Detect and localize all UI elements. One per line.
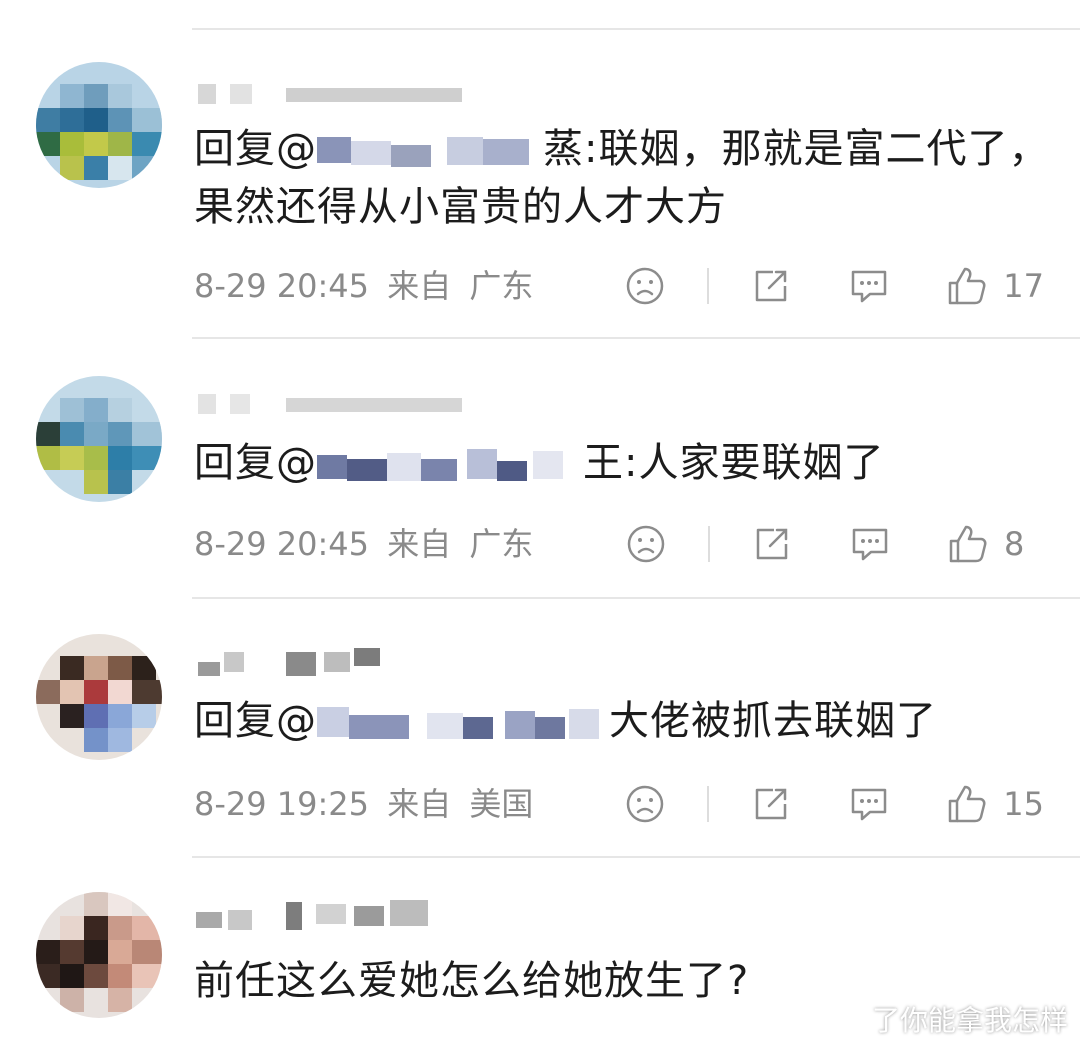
masked-mention[interactable]	[317, 445, 583, 485]
from-label: 来自	[387, 525, 452, 563]
thumbs-up-icon[interactable]	[945, 782, 989, 826]
location: 广东	[469, 525, 534, 563]
sad-face-icon[interactable]	[623, 264, 667, 308]
timestamp: 8-29 20:45	[194, 267, 370, 305]
timestamp: 8-29 20:45	[194, 525, 370, 563]
comment-text: 回复@ 蒸:联姻，那就是富二代了，果然还得从小富贵的人才大方	[194, 120, 1054, 236]
avatar[interactable]	[36, 892, 162, 1018]
like-count: 15	[1003, 785, 1044, 823]
comment-bubble-icon[interactable]	[847, 782, 891, 826]
top-divider	[192, 28, 1080, 30]
mention-tail: 蒸:	[543, 126, 599, 172]
reply-prefix: 回复@	[194, 440, 317, 486]
comment-bubble-icon[interactable]	[847, 264, 891, 308]
comment-meta: 8-29 20:45 来自 广东	[194, 266, 533, 306]
comment-divider	[192, 856, 1080, 858]
mention-tail: 王:	[583, 440, 639, 486]
masked-mention[interactable]	[317, 703, 609, 743]
username-masked[interactable]	[194, 900, 474, 930]
like-count: 17	[1003, 267, 1044, 305]
reply-prefix: 回复@	[194, 698, 317, 744]
username-masked[interactable]	[194, 394, 474, 418]
comment-body: 大佬被抓去联姻了	[609, 698, 937, 744]
comment-meta: 8-29 19:25 来自 美国	[194, 784, 533, 824]
username-masked[interactable]	[194, 84, 474, 108]
divider	[707, 786, 710, 822]
share-icon[interactable]	[750, 522, 794, 566]
username-masked[interactable]	[194, 648, 474, 676]
divider	[708, 526, 710, 562]
divider	[707, 268, 710, 304]
avatar[interactable]	[36, 634, 162, 760]
comment-text: 回复@ 王:人家要联姻了	[194, 434, 1054, 492]
comment-actions: 8	[624, 522, 1044, 566]
comment-body: 前任这么爱她怎么给她放生了?	[194, 958, 750, 1004]
thumbs-up-icon[interactable]	[945, 264, 989, 308]
reply-prefix: 回复@	[194, 126, 317, 172]
from-label: 来自	[387, 785, 452, 823]
comment-actions: 15	[623, 782, 1044, 826]
thumbs-up-icon[interactable]	[946, 522, 990, 566]
share-icon[interactable]	[749, 264, 793, 308]
comment-body: 人家要联姻了	[638, 440, 885, 486]
watermark: 了你能拿我怎样	[871, 1004, 1068, 1037]
comment-actions: 17	[623, 264, 1044, 308]
share-icon[interactable]	[749, 782, 793, 826]
location: 美国	[469, 785, 534, 823]
avatar[interactable]	[36, 376, 162, 502]
comment-bubble-icon[interactable]	[848, 522, 892, 566]
like-count: 8	[1004, 525, 1025, 563]
location: 广东	[469, 267, 534, 305]
sad-face-icon[interactable]	[623, 782, 667, 826]
comment-meta: 8-29 20:45 来自 广东	[194, 524, 533, 564]
timestamp: 8-29 19:25	[194, 785, 370, 823]
from-label: 来自	[387, 267, 452, 305]
masked-mention[interactable]	[317, 131, 543, 171]
avatar[interactable]	[36, 62, 162, 188]
comment-divider	[192, 337, 1080, 339]
sad-face-icon[interactable]	[624, 522, 668, 566]
comment-divider	[192, 597, 1080, 599]
comment-text: 回复@ 大佬被抓去联姻了	[194, 692, 1054, 750]
